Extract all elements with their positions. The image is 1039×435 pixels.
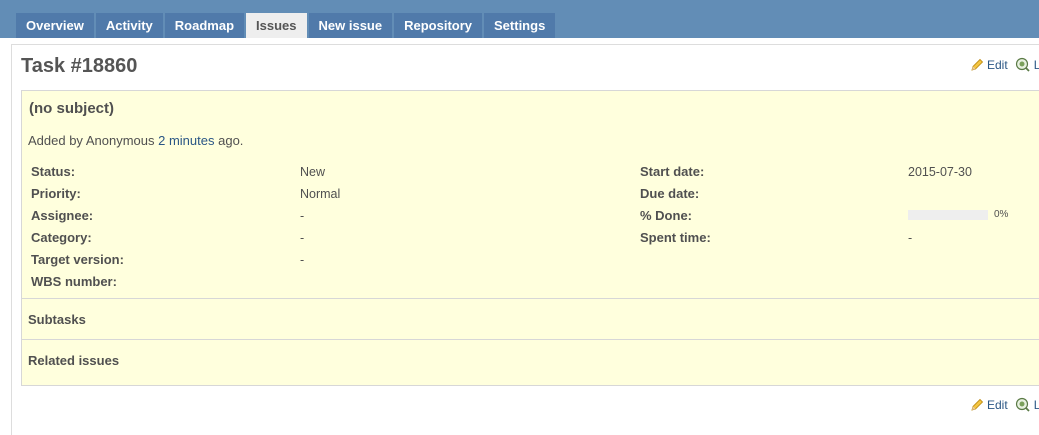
author-line: Added by Anonymous 2 minutes ago. (28, 133, 243, 148)
edit-link[interactable]: Edit (987, 58, 1008, 72)
priority-value: Normal (300, 187, 341, 201)
tab-repository[interactable]: Repository (394, 13, 483, 38)
status-value: New (300, 165, 326, 179)
spent-time-value: - (908, 231, 913, 245)
wbs-number-label: WBS number: (31, 274, 117, 289)
subtasks-title: Subtasks (28, 312, 86, 327)
contextual-top: Edit L (969, 57, 1039, 73)
watch-link[interactable]: L (1034, 58, 1039, 72)
tab-roadmap[interactable]: Roadmap (164, 13, 245, 38)
start-date-value: 2015-07-30 (908, 165, 972, 179)
contextual-bottom: Edit L (969, 397, 1039, 413)
tab-new-issue[interactable]: New issue (308, 13, 393, 38)
watch-icon (1015, 57, 1031, 73)
priority-label: Priority: (31, 186, 81, 201)
assignee-label: Assignee: (31, 208, 94, 223)
done-percent: 0% (994, 209, 1009, 220)
watch-link[interactable]: L (1034, 398, 1039, 412)
issue-subject: (no subject) (29, 100, 114, 117)
target-version-label: Target version: (31, 252, 124, 267)
due-date-label: Due date: (640, 186, 700, 201)
start-date-label: Start date: (640, 164, 705, 179)
assignee-value: - (300, 209, 305, 223)
pencil-icon (969, 397, 985, 413)
page-title: Task #18860 (21, 55, 138, 77)
main-menu: Overview Activity Roadmap Issues New iss… (16, 13, 557, 38)
done-label: % Done: (640, 208, 692, 223)
tab-overview[interactable]: Overview (16, 13, 94, 38)
edit-link[interactable]: Edit (987, 398, 1008, 412)
pencil-icon (969, 57, 985, 73)
separator (22, 339, 1039, 340)
category-value: - (300, 231, 305, 245)
done-progress-bar (908, 210, 988, 220)
separator (22, 298, 1039, 299)
tab-settings[interactable]: Settings (484, 13, 556, 38)
author-suffix: ago. (218, 133, 244, 148)
status-label: Status: (31, 164, 76, 179)
tab-activity[interactable]: Activity (95, 13, 163, 38)
spent-time-label: Spent time: (640, 230, 711, 245)
time-link[interactable]: 2 minutes (158, 133, 214, 148)
related-issues-title: Related issues (28, 353, 120, 368)
watch-icon (1015, 397, 1031, 413)
category-label: Category: (31, 230, 92, 245)
target-version-value: - (300, 253, 305, 267)
author-text: Added by Anonymous (28, 133, 155, 148)
top-header: Overview Activity Roadmap Issues New iss… (0, 0, 1039, 38)
tab-issues[interactable]: Issues (246, 13, 307, 38)
